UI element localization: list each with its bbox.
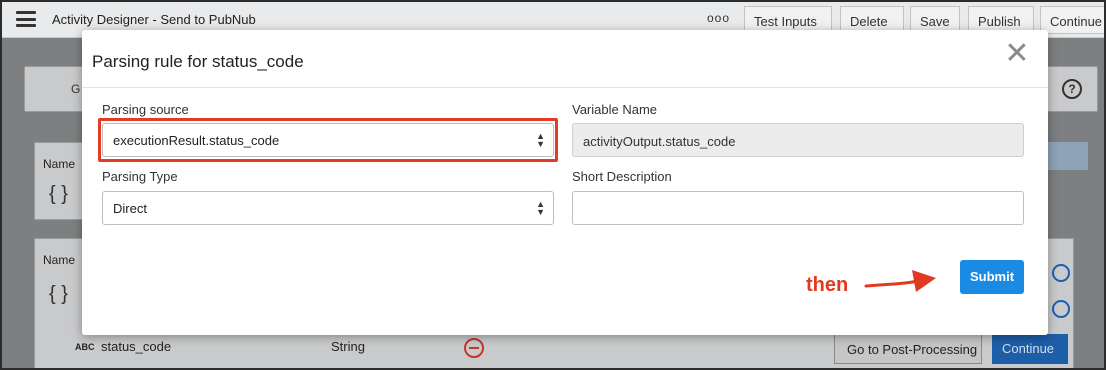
go-to-post-processing-button[interactable]: Go to Post-Processing — [834, 334, 982, 364]
type-badge: ABC — [75, 342, 95, 352]
table-header-name: Name — [43, 157, 76, 171]
field-type: String — [331, 339, 365, 354]
page-title: Activity Designer - Send to PubNub — [52, 12, 256, 27]
submit-button[interactable]: Submit — [960, 260, 1024, 294]
then-annotation: then — [806, 274, 849, 296]
add-circle-icon[interactable] — [1052, 300, 1070, 318]
more-options-icon[interactable]: ooo — [707, 11, 730, 25]
parsing-rule-modal: Parsing rule for status_code ✕ Parsing s… — [82, 30, 1048, 335]
blue-bar — [1046, 142, 1088, 170]
card-letter: G — [71, 82, 81, 96]
parsing-type-select[interactable]: Direct ▲ ▼ — [102, 191, 554, 225]
parsing-source-label: Parsing source — [102, 102, 189, 117]
short-description-input[interactable] — [572, 191, 1024, 225]
app-window: Activity Designer - Send to PubNub ooo T… — [0, 0, 1106, 370]
close-icon[interactable]: ✕ — [1004, 39, 1030, 69]
continue-top-button[interactable]: Continue — [1040, 6, 1104, 34]
parsing-type-value: Direct — [113, 201, 147, 216]
arrow-annotation-icon — [864, 270, 936, 292]
edit-circle-icon[interactable] — [1052, 264, 1070, 282]
hamburger-menu-icon[interactable] — [16, 11, 36, 27]
object-icon: { } — [49, 283, 68, 305]
variable-name-label: Variable Name — [572, 102, 658, 117]
modal-title: Parsing rule for status_code — [92, 52, 304, 71]
continue-button[interactable]: Continue — [992, 334, 1068, 364]
table-header-name: Name — [43, 253, 76, 267]
help-icon[interactable]: ? — [1062, 79, 1082, 99]
variable-name-field: activityOutput.status_code — [572, 123, 1024, 157]
short-description-label: Short Description — [572, 169, 672, 184]
help-card: ? — [1046, 66, 1098, 112]
field-name: status_code — [101, 339, 172, 354]
object-icon: { } — [49, 183, 68, 205]
highlight-box — [98, 118, 558, 162]
parsing-type-label: Parsing Type — [102, 169, 178, 184]
modal-header: Parsing rule for status_code ✕ — [82, 30, 1048, 88]
remove-icon[interactable] — [464, 338, 484, 358]
select-arrows-icon: ▲ ▼ — [536, 199, 545, 217]
